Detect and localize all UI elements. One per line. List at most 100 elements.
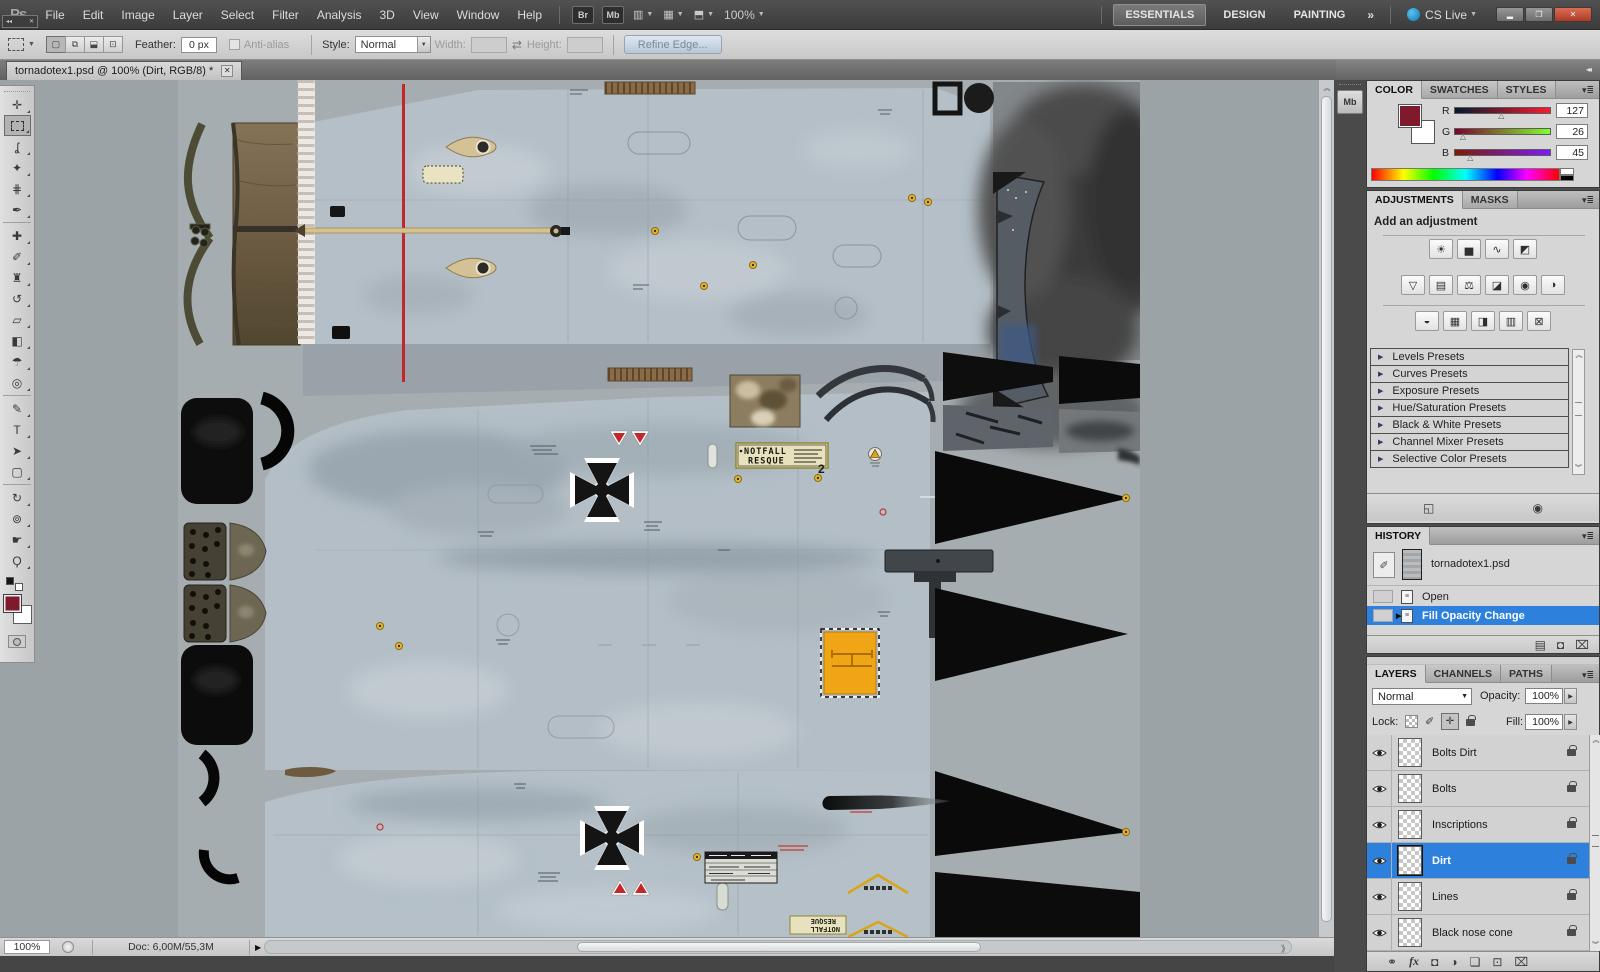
tool-hand[interactable]: ☛ xyxy=(4,529,31,550)
document-close-icon[interactable]: ✕ xyxy=(221,65,233,77)
expanded-view-icon[interactable]: ◱ xyxy=(1423,501,1434,515)
tool-preset-picker[interactable]: ▼ xyxy=(8,38,35,51)
spectrum-white-swatch[interactable] xyxy=(1560,168,1574,175)
lock-pixels-icon[interactable]: ✐ xyxy=(1425,715,1434,728)
delete-state-icon[interactable]: ⌧ xyxy=(1575,638,1589,652)
adjustment-brightness-contrast-icon[interactable]: ☀ xyxy=(1429,239,1453,259)
menu-layer[interactable]: Layer xyxy=(164,5,212,25)
menu-window[interactable]: Window xyxy=(448,5,509,25)
arrange-documents-button[interactable]: ▦▼ xyxy=(663,8,683,21)
snapshot-name[interactable]: tornadotex1.psd xyxy=(1431,558,1510,570)
tool-move[interactable]: ✛ xyxy=(4,94,31,115)
slider-thumb[interactable]: △ xyxy=(1460,133,1466,141)
layer-row-black-nose-cone[interactable]: Black nose cone xyxy=(1367,915,1589,951)
horizontal-scrollbar[interactable]: 》 xyxy=(264,940,1292,954)
new-layer-button[interactable]: ⊡ xyxy=(1492,955,1502,969)
tool-clone-stamp[interactable]: ♜ xyxy=(4,267,31,288)
tool-eraser[interactable]: ▱ xyxy=(4,309,31,330)
lock-position-icon[interactable]: ✛ xyxy=(1441,713,1459,730)
document-tab[interactable]: tornadotex1.psd @ 100% (Dirt, RGB/8) * ✕ xyxy=(6,61,242,80)
layer-thumbnail[interactable] xyxy=(1398,810,1422,839)
menu-view[interactable]: View xyxy=(404,5,448,25)
adjustment-levels-icon[interactable]: ▅ xyxy=(1457,239,1481,259)
adjustment-posterize-icon[interactable]: ▦ xyxy=(1443,311,1467,331)
launch-bridge-button[interactable]: Br xyxy=(572,6,594,24)
tab-history[interactable]: HISTORY xyxy=(1367,527,1430,545)
adjustment-vibrance-icon[interactable]: ▽ xyxy=(1401,275,1425,295)
menu-help[interactable]: Help xyxy=(508,5,551,25)
channel-slider[interactable] xyxy=(1454,128,1551,135)
tool-eyedropper[interactable]: ✒ xyxy=(4,199,31,220)
tab-paths[interactable]: PATHS xyxy=(1501,665,1552,682)
delete-layer-button[interactable]: ⌧ xyxy=(1514,955,1528,969)
more-workspaces-button[interactable]: » xyxy=(1367,8,1374,22)
channel-value[interactable]: 26 xyxy=(1556,124,1588,139)
presets-scrollbar[interactable]: ︽ ︾ xyxy=(1572,349,1585,475)
feather-input[interactable]: 0 px xyxy=(181,37,217,53)
adjustment-gradient-map-icon[interactable]: ▥ xyxy=(1499,311,1523,331)
panel-foreground-swatch[interactable] xyxy=(1398,104,1422,128)
adjustment-selective-color-icon[interactable]: ⊠ xyxy=(1527,311,1551,331)
workspace-essentials[interactable]: ESSENTIALS xyxy=(1113,4,1206,26)
launch-minibridge-button[interactable]: Mb xyxy=(602,6,624,24)
layer-row-lines[interactable]: Lines xyxy=(1367,879,1589,915)
status-menu-arrow[interactable]: ▶ xyxy=(255,943,261,952)
tab-layers[interactable]: LAYERS xyxy=(1367,665,1426,683)
tool-gradient[interactable]: ◧ xyxy=(4,330,31,351)
menu-filter[interactable]: Filter xyxy=(263,5,308,25)
refine-edge-button[interactable]: Refine Edge... xyxy=(624,35,722,54)
tool-pen[interactable]: ✎ xyxy=(4,398,31,419)
panel-menu-icon[interactable]: ▾≣ xyxy=(1582,195,1594,206)
channel-value[interactable]: 45 xyxy=(1556,145,1588,160)
layer-row-bolts-dirt[interactable]: Bolts Dirt xyxy=(1367,735,1589,771)
preset-levels-presets[interactable]: ▶Levels Presets xyxy=(1370,348,1569,366)
lock-transparency-icon[interactable] xyxy=(1405,715,1418,728)
menu-file[interactable]: File xyxy=(36,5,73,25)
adjustment-invert-icon[interactable]: ◒ xyxy=(1415,311,1439,331)
adjustment-photo-filter-icon[interactable]: ◉ xyxy=(1513,275,1537,295)
link-layers-button[interactable]: ⚭ xyxy=(1387,955,1397,969)
tool-zoom[interactable]: Ϙ xyxy=(4,550,31,571)
quick-mask-button[interactable] xyxy=(8,635,26,648)
dock-grip[interactable] xyxy=(1339,84,1361,87)
vertical-scrollbar[interactable]: ︽ xyxy=(1318,80,1334,937)
menu-analysis[interactable]: Analysis xyxy=(308,5,371,25)
channel-value[interactable]: 127 xyxy=(1556,103,1588,118)
history-state-fill-opacity-change[interactable]: ▶≡Fill Opacity Change xyxy=(1367,606,1599,625)
color-spectrum-ramp[interactable] xyxy=(1371,168,1560,181)
zoom-level-dropdown[interactable]: 100%▼ xyxy=(724,8,765,22)
tool-dodge[interactable]: ◎ xyxy=(4,372,31,393)
layer-visibility-eye-icon[interactable] xyxy=(1367,879,1392,914)
blend-mode-select[interactable]: Normal▼ xyxy=(1372,688,1472,705)
layer-visibility-eye-icon[interactable] xyxy=(1367,915,1392,950)
preset-black-white-presets[interactable]: ▶Black & White Presets xyxy=(1370,416,1569,434)
layer-thumbnail[interactable] xyxy=(1398,774,1422,803)
layer-style-button[interactable]: fx xyxy=(1409,954,1419,969)
preset-selective-color-presets[interactable]: ▶Selective Color Presets xyxy=(1370,450,1569,468)
panel-grip[interactable] xyxy=(4,87,30,92)
adjustment-color-balance-icon[interactable]: ⚖ xyxy=(1457,275,1481,295)
adjustment-curves-icon[interactable]: ∿ xyxy=(1485,239,1509,259)
adjustment-hue-saturation-icon[interactable]: ▤ xyxy=(1429,275,1453,295)
tool-brush[interactable]: ✐ xyxy=(4,246,31,267)
default-colors-icon[interactable] xyxy=(6,577,24,591)
slider-thumb[interactable]: △ xyxy=(1498,112,1504,120)
menu-edit[interactable]: Edit xyxy=(74,5,113,25)
layer-thumbnail[interactable] xyxy=(1398,846,1422,875)
tab-masks[interactable]: MASKS xyxy=(1463,191,1518,208)
opacity-input[interactable]: 100% xyxy=(1525,688,1563,704)
lock-all-icon[interactable] xyxy=(1466,719,1475,726)
layer-thumbnail[interactable] xyxy=(1398,918,1422,947)
preset-exposure-presets[interactable]: ▶Exposure Presets xyxy=(1370,382,1569,400)
workspace-painting[interactable]: PAINTING xyxy=(1283,5,1357,25)
tool-lasso[interactable]: ʆ xyxy=(4,136,31,157)
panel-menu-icon[interactable]: ▾≣ xyxy=(1582,670,1594,681)
new-adjustment-layer-button[interactable]: ◑ xyxy=(1450,955,1457,969)
layer-row-bolts[interactable]: Bolts xyxy=(1367,771,1589,807)
intersect-selection-button[interactable]: ⊡ xyxy=(103,36,123,53)
adjustment-exposure-icon[interactable]: ◩ xyxy=(1513,239,1537,259)
view-extras-button[interactable]: ▥▼ xyxy=(633,8,653,21)
floating-panel-fragment[interactable]: ◂◂✕ xyxy=(2,15,38,28)
tool-crop[interactable]: ⋕ xyxy=(4,178,31,199)
tab-color[interactable]: COLOR xyxy=(1367,81,1422,99)
